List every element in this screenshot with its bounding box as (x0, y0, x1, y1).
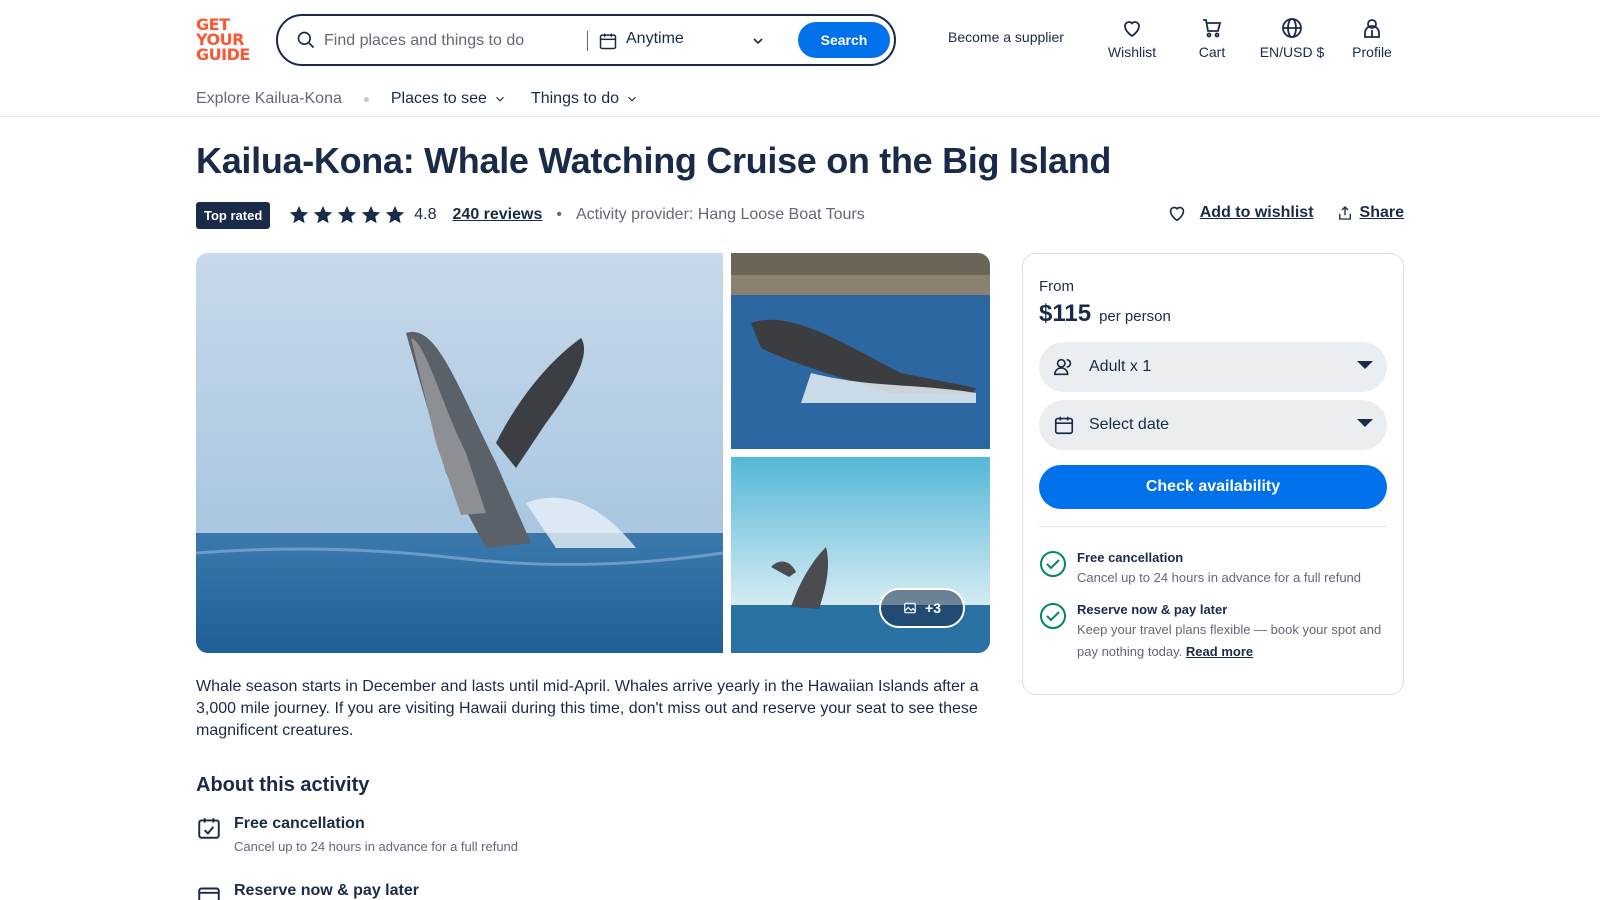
places-to-see-menu[interactable]: Places to see (391, 90, 507, 108)
card-divider (1039, 526, 1387, 527)
star-icon (314, 205, 333, 224)
activity-description: Whale season starts in December and last… (196, 678, 979, 739)
nav-profile-label: Profile (1352, 44, 1392, 60)
price-from-label: From (1039, 278, 1074, 295)
nav-cart[interactable]: Cart (1177, 16, 1247, 60)
price-value: $115 (1039, 300, 1092, 327)
gallery-image-2[interactable] (731, 253, 990, 449)
booking-card: From $115 per person Adult x 1 Select da… (1022, 253, 1404, 695)
calendar-check-icon (198, 818, 220, 839)
star-icon (362, 205, 381, 224)
nav-language-currency[interactable]: EN/USD $ (1257, 16, 1327, 60)
date-picker-value[interactable]: Anytime (626, 30, 684, 48)
check-circle-icon (1040, 603, 1066, 629)
search-icon (297, 31, 315, 49)
about-heading: About this activity (196, 774, 370, 796)
top-rated-badge: Top rated (196, 201, 271, 229)
logo-line-3: GUIDE (196, 45, 250, 64)
places-to-see-label: Places to see (390, 90, 487, 107)
chevron-down-icon[interactable] (750, 33, 766, 49)
activity-provider: Activity provider: Hang Loose Boat Tours (575, 206, 865, 223)
participants-icon (1054, 358, 1072, 376)
calendar-icon (599, 33, 617, 50)
add-to-wishlist-label: Add to wishlist (1199, 204, 1314, 221)
wallet-icon (198, 887, 220, 900)
more-photos-count: +3 (925, 600, 941, 616)
getyourguide-logo[interactable]: GET YOUR GUIDE (196, 17, 254, 63)
reviews-link[interactable]: 240 reviews (453, 206, 543, 224)
rating-value: 4.8 (414, 206, 437, 223)
perk-text-wrap: Keep your travel plans flexible — book y… (1077, 619, 1389, 663)
share-button[interactable]: Share (1336, 204, 1404, 222)
whale-breach-image (196, 253, 723, 653)
profile-icon (1364, 19, 1380, 38)
header-divider (0, 116, 1600, 117)
about-item-title: Reserve now & pay later (234, 882, 419, 899)
check-availability-button[interactable]: Check availability (1039, 465, 1387, 509)
star-icon (290, 205, 309, 224)
participants-select[interactable]: Adult x 1 (1039, 342, 1387, 392)
things-to-do-menu[interactable]: Things to do (531, 90, 639, 108)
search-bar: Anytime Search (276, 14, 896, 66)
about-reserve-pay-later: Reserve now & pay later (196, 882, 419, 900)
price-row: $115 per person (1039, 300, 1171, 328)
caret-down-icon (1357, 361, 1373, 369)
heart-icon (1124, 21, 1140, 38)
share-icon (1338, 206, 1351, 220)
globe-icon (1282, 18, 1302, 38)
explore-city-link[interactable]: Explore Kailua-Kona (196, 90, 342, 108)
nav-wishlist[interactable]: Wishlist (1097, 16, 1167, 60)
become-supplier-link[interactable]: Become a supplier (948, 29, 1064, 45)
activity-meta: Top rated 4.8 240 reviews • Activity pro… (196, 201, 865, 229)
chevron-down-icon (628, 96, 636, 102)
sub-navigation: Explore Kailua-Kona Places to see Things… (196, 86, 663, 112)
title-actions: Add to wishlist Share (1144, 202, 1404, 224)
perk-title: Reserve now & pay later (1077, 602, 1228, 617)
caret-down-icon (1357, 419, 1373, 427)
calendar-icon (1054, 416, 1074, 435)
chevron-down-icon (496, 96, 504, 102)
more-photos-button[interactable]: +3 (879, 588, 965, 628)
share-label: Share (1359, 204, 1404, 221)
heart-icon (1169, 206, 1184, 222)
perk-reserve-pay-later: Reserve now & pay later Keep your travel… (1039, 602, 1389, 663)
image-icon (904, 602, 916, 614)
search-input[interactable] (324, 28, 574, 54)
gallery-main-image[interactable] (196, 253, 723, 653)
read-more-link[interactable]: Read more (1186, 644, 1253, 659)
things-to-do-label: Things to do (530, 90, 619, 107)
date-select[interactable]: Select date (1039, 400, 1387, 450)
star-rating (288, 204, 408, 226)
about-item-subtitle: Cancel up to 24 hours in advance for a f… (234, 839, 519, 854)
nav-cart-label: Cart (1198, 44, 1226, 60)
add-to-wishlist-button[interactable]: Add to wishlist (1166, 202, 1314, 224)
perk-free-cancellation: Free cancellation Cancel up to 24 hours … (1039, 550, 1389, 589)
search-divider (587, 31, 588, 51)
search-button[interactable]: Search (798, 22, 890, 58)
page-title: Kailua-Kona: Whale Watching Cruise on th… (196, 140, 1112, 181)
cart-icon (1203, 19, 1222, 38)
star-icon (386, 205, 405, 224)
about-free-cancellation: Free cancellation Cancel up to 24 hours … (196, 815, 518, 854)
nav-wishlist-label: Wishlist (1107, 44, 1157, 60)
meta-separator: • (556, 206, 562, 223)
about-item-title: Free cancellation (234, 815, 365, 832)
check-circle-icon (1040, 551, 1066, 577)
star-icon (338, 205, 357, 224)
subnav-separator (363, 96, 369, 102)
price-unit: per person (1099, 308, 1171, 325)
date-select-value: Select date (1089, 416, 1170, 433)
nav-profile[interactable]: Profile (1337, 16, 1407, 60)
nav-language-label: EN/USD $ (1259, 44, 1325, 60)
perk-text: Cancel up to 24 hours in advance for a f… (1077, 570, 1362, 585)
header: GET YOUR GUIDE Anytime Search Become a s… (0, 0, 1600, 78)
perk-title: Free cancellation (1077, 550, 1184, 565)
whale-tail-image (731, 253, 990, 449)
participants-value: Adult x 1 (1089, 358, 1152, 375)
